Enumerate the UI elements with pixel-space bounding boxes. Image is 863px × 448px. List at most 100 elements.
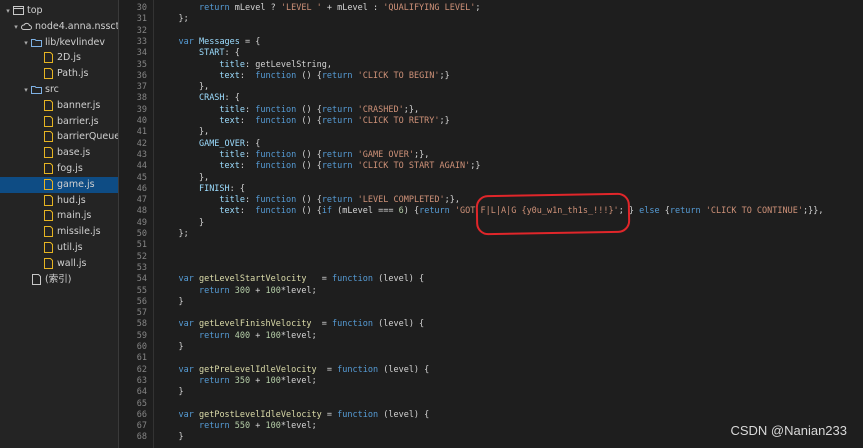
code-token: : — [239, 161, 256, 172]
tree-item[interactable]: ▾ top — [0, 3, 118, 19]
tree-item[interactable]: hud.js — [0, 193, 118, 209]
code-token: { — [659, 206, 670, 217]
code-token: () { — [296, 104, 322, 115]
tree-item-label: barrier.js — [57, 115, 99, 127]
code-token: 100 — [265, 421, 281, 432]
disclosure-triangle-icon[interactable]: ▾ — [22, 35, 30, 51]
tree-item-label: node4.anna.nssctf. — [35, 20, 119, 32]
tree-item[interactable]: main.js — [0, 208, 118, 224]
code-token: title — [219, 59, 246, 70]
tree-item[interactable]: missile.js — [0, 224, 118, 240]
code-line: var Messages = { — [158, 37, 260, 48]
code-token: (level) { — [378, 364, 430, 375]
code-token: (level) { — [373, 319, 425, 330]
code-token: 'GAME OVER' — [357, 149, 414, 160]
code-token: + — [250, 375, 266, 386]
tree-item-label: util.js — [57, 242, 83, 253]
code-token: var — [178, 36, 194, 47]
tree-item[interactable]: banner.js — [0, 98, 118, 114]
tree-item[interactable]: ▾ node4.anna.nssctf. — [0, 19, 118, 35]
code-token: function — [255, 161, 297, 172]
disclosure-triangle-icon[interactable]: ▾ — [22, 82, 30, 98]
line-number: 51 — [136, 240, 147, 251]
code-line: title: function () {return 'LEVEL COMPLE… — [158, 195, 460, 206]
line-number: 48 — [136, 206, 147, 217]
code-token: *level; — [280, 330, 317, 341]
js-file-icon — [43, 194, 54, 206]
code-token: : — [239, 206, 256, 217]
code-token: }; — [158, 14, 189, 25]
code-token: ) { — [403, 206, 420, 217]
line-number: 50 — [136, 229, 147, 239]
line-number: 35 — [136, 59, 147, 70]
code-token: ;} — [439, 116, 450, 126]
line-number: 67 — [136, 421, 147, 432]
code-token: } — [158, 342, 184, 352]
window-frame-icon — [13, 5, 24, 16]
code-line: }, — [158, 127, 209, 138]
code-token: text — [219, 70, 240, 81]
code-token: *level; — [280, 375, 317, 386]
line-number: 40 — [136, 116, 147, 126]
code-token: function — [337, 364, 379, 375]
js-file-icon — [43, 242, 54, 253]
code-token: ;}, — [444, 195, 461, 206]
line-number: 46 — [136, 183, 147, 194]
code-token: : — [239, 116, 256, 126]
code-token: FINISH — [198, 183, 230, 194]
js-file-icon — [43, 178, 54, 190]
tree-item[interactable]: base.js — [0, 145, 118, 161]
code-token: (mLevel === — [332, 206, 399, 217]
tree-item[interactable]: util.js — [0, 240, 118, 256]
code-token: ; — [475, 3, 481, 13]
tree-item-label: Path.js — [57, 68, 89, 80]
line-number: 33 — [136, 36, 147, 47]
code-token: 550 — [234, 421, 251, 432]
code-token: = — [311, 319, 333, 330]
code-line: text: function () {return 'CLICK TO RETR… — [158, 116, 450, 127]
tree-item[interactable]: ▾ lib/kevlindev — [0, 35, 118, 51]
code-token: return — [321, 149, 353, 160]
tree-item[interactable]: 2D.js — [0, 50, 118, 66]
code-token: return — [198, 375, 230, 386]
line-number: 34 — [136, 48, 147, 59]
tree-item[interactable]: ▾ src — [0, 82, 118, 98]
code-token: GAME_OVER — [198, 138, 246, 149]
line-number: 45 — [136, 172, 147, 183]
code-token: + — [250, 421, 266, 432]
code-token: ;}, — [403, 104, 420, 115]
tree-item[interactable]: barrierQueue.j — [0, 129, 118, 145]
disclosure-triangle-icon[interactable]: ▾ — [4, 3, 12, 19]
code-token: 100 — [265, 330, 281, 341]
code-token: } — [158, 296, 184, 307]
line-number: 54 — [136, 274, 147, 285]
tree-item-label: fog.js — [57, 163, 83, 174]
line-number: 31 — [136, 14, 147, 25]
tree-item[interactable]: barrier.js — [0, 114, 118, 130]
tree-item[interactable]: fog.js — [0, 161, 118, 177]
tree-item[interactable]: wall.js — [0, 256, 118, 272]
code-token: ;}}, — [802, 206, 824, 217]
code-token: return — [321, 195, 353, 206]
line-number: 30 — [136, 3, 147, 13]
code-token: : { — [229, 183, 246, 194]
tree-item[interactable]: game.js — [0, 176, 118, 193]
tree-item[interactable]: (索引) — [0, 272, 118, 288]
tree-item[interactable]: Path.js — [0, 66, 118, 82]
disclosure-triangle-icon[interactable]: ▾ — [12, 19, 20, 35]
code-token: getPostLevelIdleVelocity — [198, 409, 322, 420]
code-token: var — [178, 409, 194, 420]
tree-item-label: missile.js — [57, 226, 101, 238]
tree-item-label: wall.js — [57, 257, 87, 269]
code-line: } — [158, 296, 184, 308]
code-token: } — [158, 387, 184, 398]
js-file-icon — [43, 115, 54, 127]
